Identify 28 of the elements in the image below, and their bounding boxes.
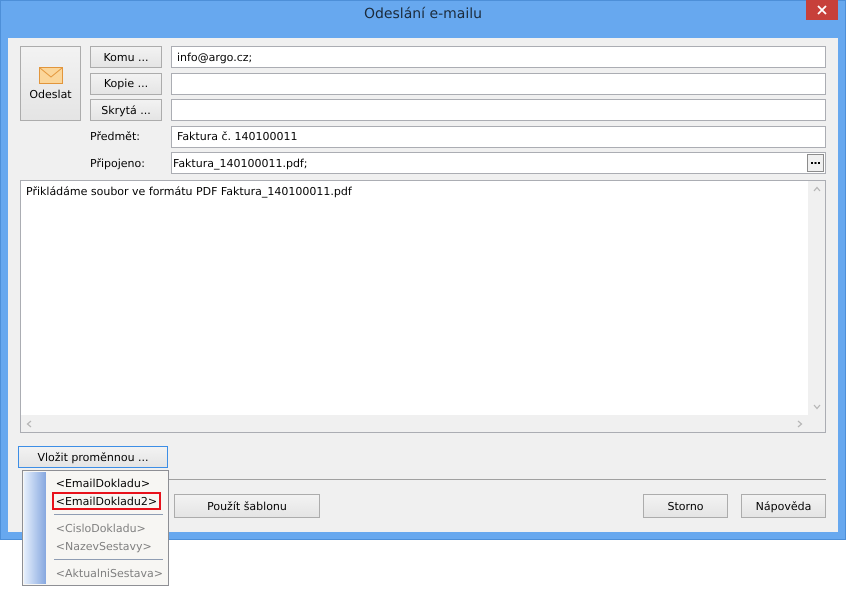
envelope-icon: [38, 66, 62, 84]
close-button[interactable]: [806, 0, 838, 20]
field-label: Předmět:: [90, 130, 141, 143]
recipient-button[interactable]: Komu ...: [90, 46, 162, 68]
use-template-button[interactable]: Použít šablonu: [174, 494, 320, 518]
send-button[interactable]: Odeslat: [20, 46, 81, 121]
scroll-down-icon[interactable]: [812, 403, 820, 411]
dialog-button[interactable]: Storno: [643, 494, 728, 518]
insert-variable-button[interactable]: Vložit proměnnou ...: [18, 446, 168, 468]
vertical-scrollbar[interactable]: [808, 181, 825, 415]
menu-item[interactable]: <EmailDokladu>: [52, 474, 154, 492]
menu-item[interactable]: <EmailDokladu2>: [52, 492, 162, 510]
window-title: Odeslání e-mailu: [364, 6, 482, 22]
recipient-button[interactable]: Kopie ...: [90, 72, 162, 94]
scroll-up-icon[interactable]: [812, 185, 820, 193]
subject-field[interactable]: Faktura č. 140100011: [171, 126, 826, 148]
recipient-button[interactable]: Skrytá ...: [90, 99, 162, 121]
attachment-field[interactable]: Faktura_140100011.pdf;: [171, 152, 826, 174]
recipient-field[interactable]: info@argo.cz;: [171, 46, 826, 68]
scroll-right-icon[interactable]: [796, 420, 804, 428]
browse-button[interactable]: [807, 154, 824, 172]
scroll-left-icon[interactable]: [25, 420, 33, 428]
recipient-field[interactable]: [171, 99, 826, 121]
close-icon: [817, 5, 827, 15]
dialog-button[interactable]: Nápověda: [741, 494, 826, 518]
recipient-field[interactable]: [171, 72, 826, 94]
horizontal-scrollbar[interactable]: [21, 415, 808, 432]
field-label: Připojeno:: [90, 156, 146, 170]
